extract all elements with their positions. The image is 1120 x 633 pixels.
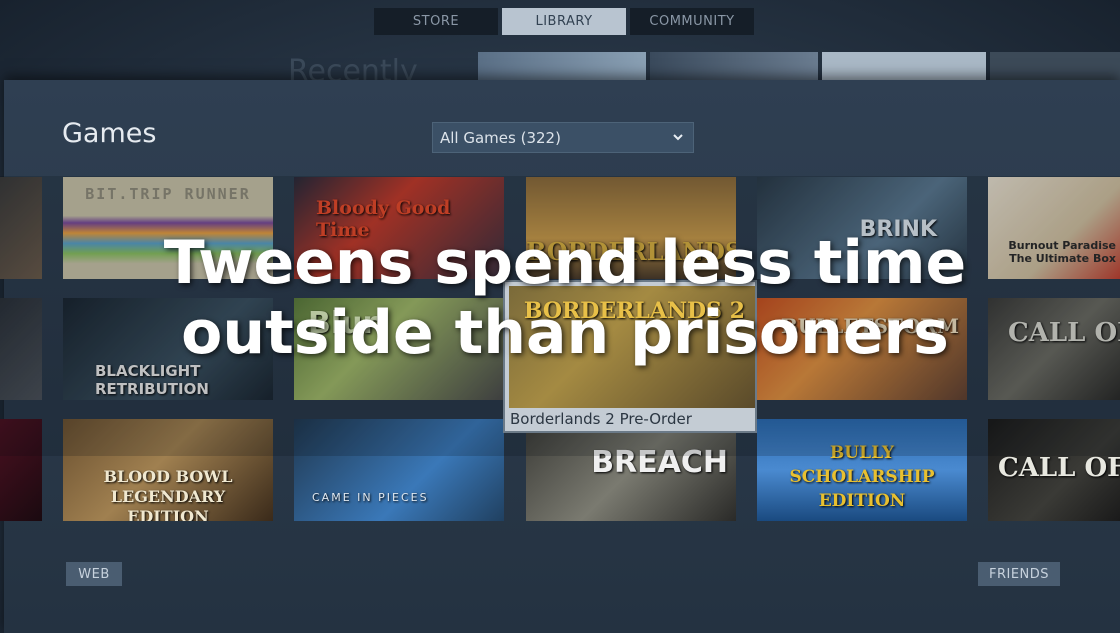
focused-game-label: Borderlands 2 Pre-Order xyxy=(510,410,692,428)
recent-tile[interactable] xyxy=(822,52,986,82)
tab-community[interactable]: COMMUNITY xyxy=(630,8,754,35)
top-nav: STORE LIBRARY COMMUNITY xyxy=(374,8,754,35)
friends-button[interactable]: FRIENDS xyxy=(978,562,1060,586)
tab-library[interactable]: LIBRARY xyxy=(502,8,626,35)
filter-value: All Games (322) xyxy=(440,128,561,147)
games-filter-select[interactable]: All Games (322) xyxy=(432,122,694,153)
recent-tile[interactable] xyxy=(650,52,818,82)
headline-line-2: outside than prisoners xyxy=(181,298,949,368)
steam-big-picture-screen: STORE LIBRARY COMMUNITY Recently Games A… xyxy=(0,0,1120,633)
recent-tile[interactable] xyxy=(478,52,646,82)
headline-line-1: Tweens spend less time xyxy=(163,228,967,298)
chevron-down-icon xyxy=(673,134,683,141)
web-button[interactable]: WEB xyxy=(66,562,122,586)
recently-played-strip: Recently xyxy=(0,52,1120,89)
recent-tile[interactable] xyxy=(990,52,1120,82)
tab-store[interactable]: STORE xyxy=(374,8,498,35)
page-title: Games xyxy=(62,118,157,149)
headline: Tweens spend less time outside than pris… xyxy=(0,228,1120,368)
